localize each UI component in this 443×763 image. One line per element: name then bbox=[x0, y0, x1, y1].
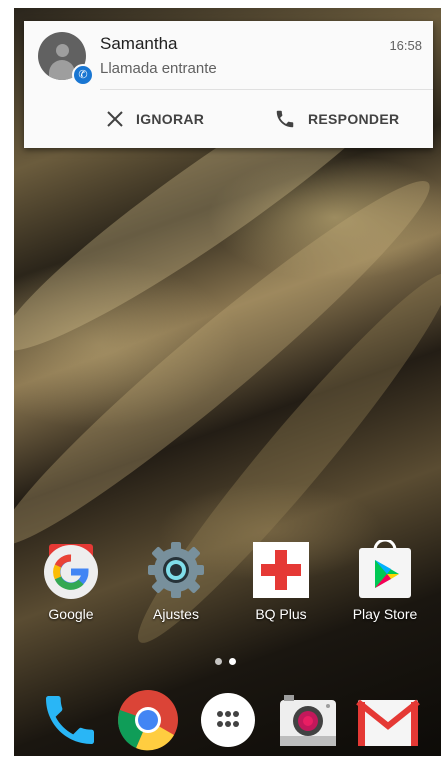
google-icon bbox=[41, 540, 101, 600]
incoming-call-notification[interactable]: ✆ Samantha Llamada entrante 16:58 IGNORA… bbox=[24, 21, 433, 148]
divider bbox=[100, 89, 433, 90]
app-label: Ajustes bbox=[153, 606, 199, 622]
settings-gear-icon bbox=[146, 540, 206, 600]
page-dot bbox=[215, 658, 222, 665]
dock-camera[interactable] bbox=[276, 690, 340, 754]
dock-phone[interactable] bbox=[38, 688, 102, 752]
answer-label: RESPONDER bbox=[308, 111, 400, 127]
bq-plus-icon bbox=[251, 540, 311, 600]
app-label: Play Store bbox=[352, 606, 418, 622]
app-label: Google bbox=[48, 606, 94, 622]
page-indicator bbox=[215, 658, 236, 665]
page-dot-active bbox=[229, 658, 236, 665]
gmail-icon bbox=[356, 699, 420, 746]
phone-icon bbox=[46, 696, 94, 744]
phone-icon bbox=[276, 110, 294, 128]
app-settings[interactable]: Ajustes bbox=[131, 540, 221, 622]
close-icon bbox=[107, 111, 123, 127]
call-status: Llamada entrante bbox=[100, 60, 217, 77]
ignore-label: IGNORAR bbox=[136, 111, 205, 127]
chrome-icon bbox=[118, 690, 178, 751]
dock-gmail[interactable] bbox=[356, 690, 420, 754]
notification-time: 16:58 bbox=[389, 38, 422, 53]
dock-app-drawer[interactable] bbox=[198, 690, 258, 750]
answer-button[interactable]: RESPONDER bbox=[274, 101, 399, 137]
app-google[interactable]: Google bbox=[26, 540, 116, 622]
ignore-button[interactable]: IGNORAR bbox=[106, 101, 204, 137]
app-drawer-icon bbox=[201, 693, 255, 747]
app-play-store[interactable]: Play Store bbox=[340, 538, 430, 622]
app-label: BQ Plus bbox=[255, 606, 307, 622]
play-store-icon bbox=[355, 538, 415, 600]
call-badge-icon: ✆ bbox=[72, 64, 94, 86]
dock-chrome[interactable] bbox=[116, 688, 180, 752]
caller-name: Samantha bbox=[100, 34, 178, 53]
camera-icon bbox=[280, 695, 336, 746]
app-bq-plus[interactable]: BQ Plus bbox=[236, 540, 326, 622]
